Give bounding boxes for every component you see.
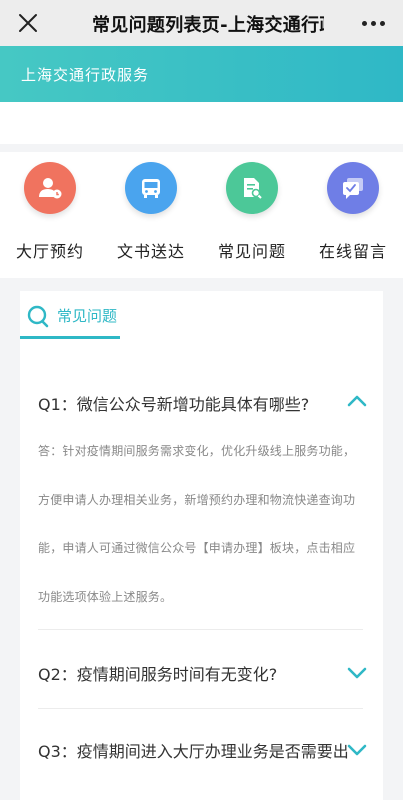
tab-faq[interactable]: 常见问题 — [20, 291, 120, 341]
tab-faq-label: 常见问题 — [57, 307, 118, 325]
nav-item-hall-appointment[interactable]: 大厅预约 — [0, 162, 100, 272]
banner: 上海交通行政服务 — [0, 46, 403, 102]
divider — [38, 629, 363, 630]
nav-item-online-message[interactable]: 在线留言 — [303, 162, 403, 272]
message-icon — [327, 162, 379, 214]
faq-item-q2[interactable]: Q2：疫情期间服务时间有无变化? — [38, 661, 368, 685]
title-bar: 常见问题列表页-上海交通行政服务 — [0, 0, 403, 46]
header-spacer — [0, 102, 403, 144]
nav-label: 常见问题 — [217, 242, 286, 261]
more-dots-icon[interactable] — [359, 10, 387, 36]
chevron-down-icon[interactable] — [346, 665, 368, 681]
faq-item-q3[interactable]: Q3：疫情期间进入大厅办理业务是否需要出 — [38, 738, 368, 762]
page-title: 常见问题列表页-上海交通行政服务 — [92, 15, 324, 36]
banner-text: 上海交通行政服务 — [21, 66, 150, 84]
chevron-up-icon[interactable] — [346, 393, 368, 409]
document-search-icon — [226, 162, 278, 214]
faq-answer: 答：针对疫情期间服务需求变化，优化升级线上服务功能，方便申请人办理相关业务，新增… — [38, 444, 356, 604]
quick-nav: 大厅预约 文书送达 常见问题 在线留言 — [0, 152, 403, 278]
faq-answer-panel: 答：针对疫情期间服务需求变化，优化升级线上服务功能，方便申请人办理相关业务，新增… — [38, 427, 368, 623]
faq-item-q1[interactable]: Q1：微信公众号新增功能具体有哪些? — [38, 391, 368, 415]
faq-question: Q3：疫情期间进入大厅办理业务是否需要出 — [38, 742, 349, 761]
nav-label: 文书送达 — [116, 242, 185, 261]
close-icon[interactable] — [14, 9, 42, 37]
faq-question: Q1：微信公众号新增功能具体有哪些? — [38, 395, 310, 414]
search-icon — [26, 304, 50, 332]
tab-underline — [20, 336, 120, 339]
nav-item-document-delivery[interactable]: 文书送达 — [101, 162, 201, 272]
nav-label: 在线留言 — [318, 242, 387, 261]
divider — [38, 708, 363, 709]
nav-item-faq[interactable]: 常见问题 — [202, 162, 302, 272]
nav-label: 大厅预约 — [15, 242, 84, 261]
bus-icon — [125, 162, 177, 214]
faq-question: Q2：疫情期间服务时间有无变化? — [38, 665, 278, 684]
chevron-down-icon[interactable] — [346, 742, 368, 758]
faq-card: 常见问题 Q1：微信公众号新增功能具体有哪些? 答：针对疫情期间服务需求变化，优… — [20, 291, 383, 800]
person-appointment-icon — [24, 162, 76, 214]
